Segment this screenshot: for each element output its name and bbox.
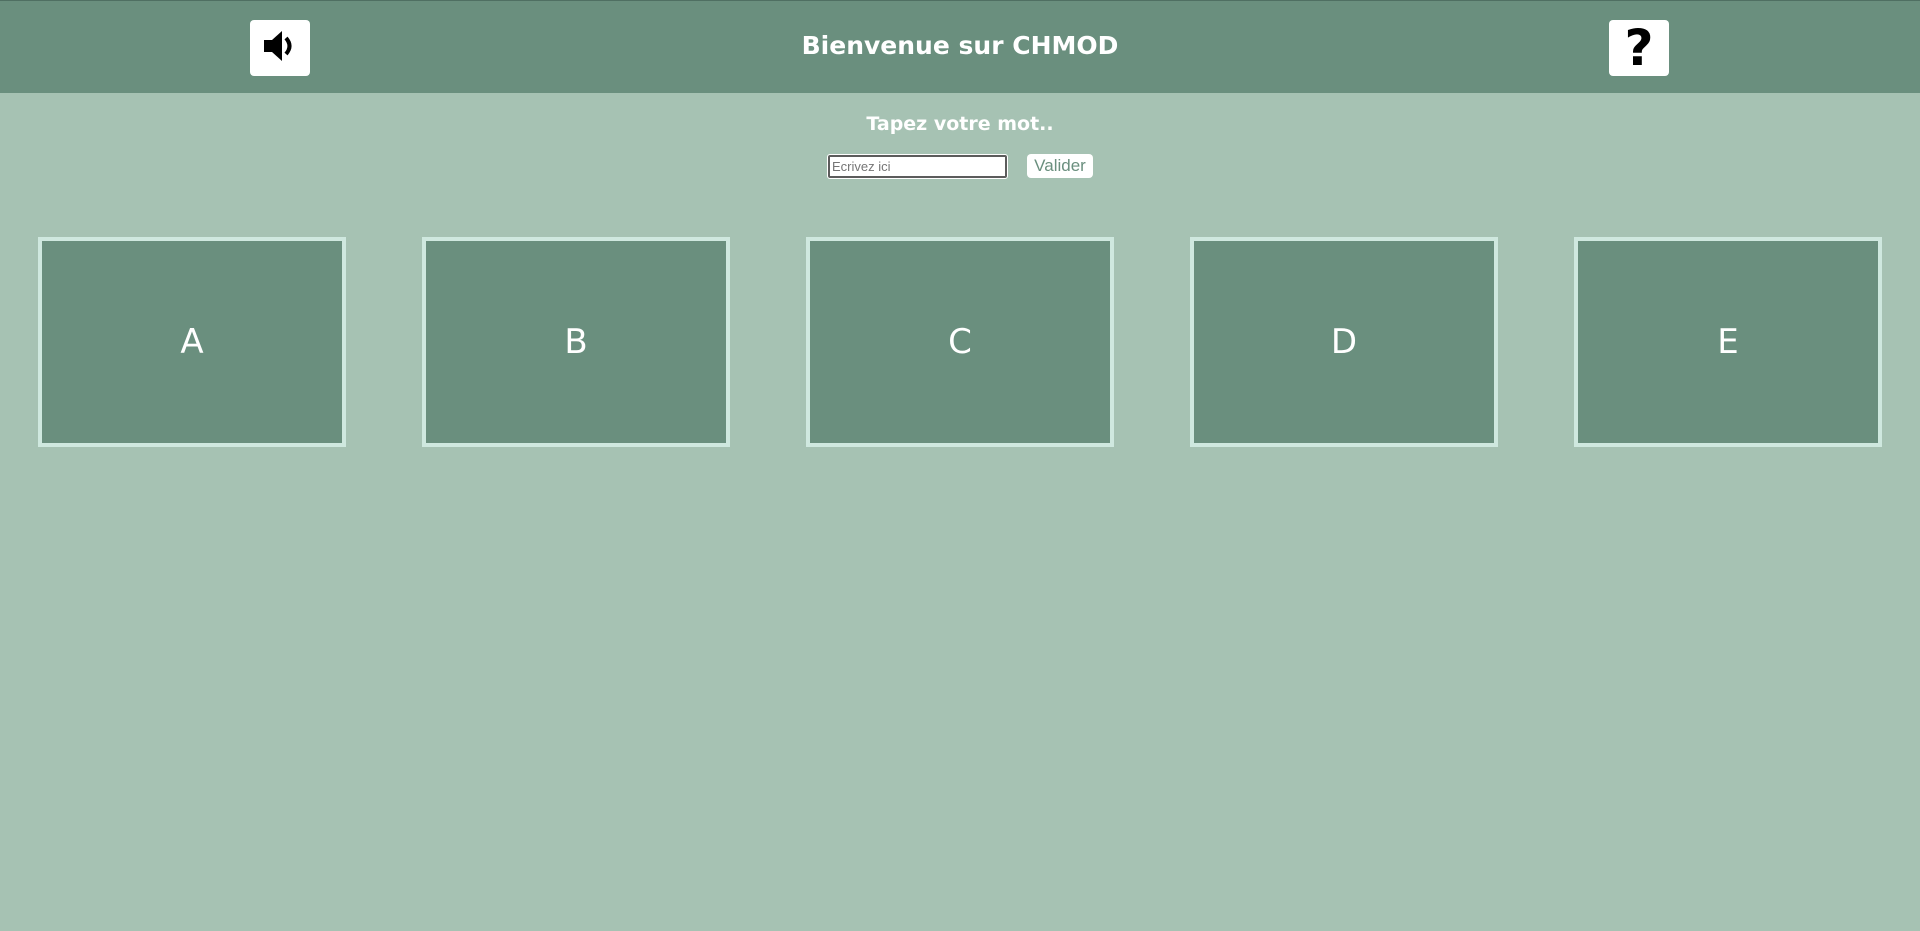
- question-mark-icon: ?: [1624, 19, 1654, 77]
- validate-button[interactable]: Valider: [1027, 154, 1093, 178]
- header-bar: Bienvenue sur CHMOD ?: [0, 0, 1920, 93]
- word-input[interactable]: [827, 154, 1008, 179]
- card-b[interactable]: B: [422, 237, 730, 447]
- help-button[interactable]: ?: [1609, 20, 1669, 76]
- card-e[interactable]: E: [1574, 237, 1882, 447]
- card-label: D: [1330, 322, 1358, 362]
- card-c[interactable]: C: [806, 237, 1114, 447]
- card-label: E: [1717, 322, 1739, 362]
- card-label: C: [948, 322, 972, 362]
- card-label: A: [180, 322, 204, 362]
- card-a[interactable]: A: [38, 237, 346, 447]
- input-prompt: Tapez votre mot..: [866, 113, 1054, 135]
- card-label: B: [564, 322, 588, 362]
- card-row: A B C D E: [0, 237, 1920, 447]
- card-d[interactable]: D: [1190, 237, 1498, 447]
